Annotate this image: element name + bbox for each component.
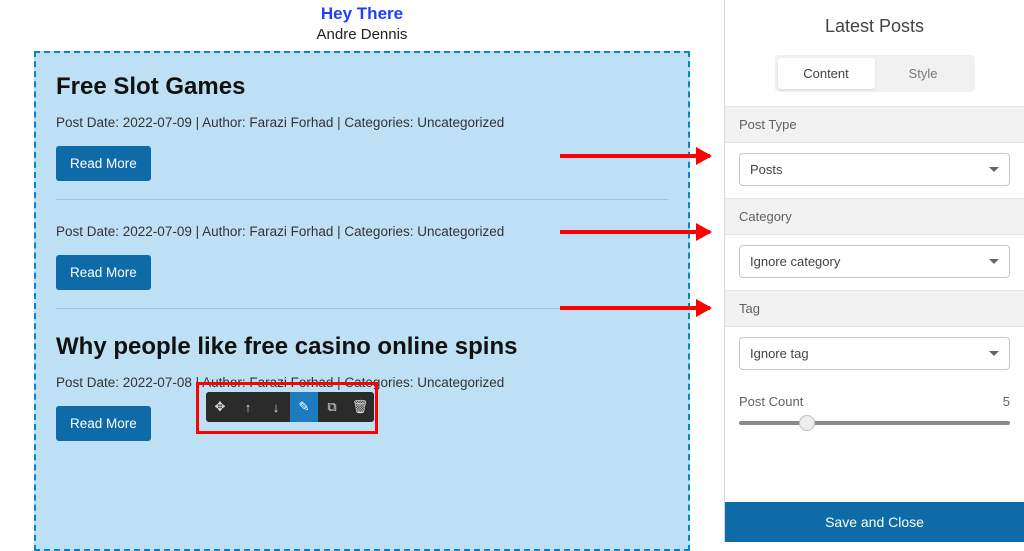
settings-panel: Latest Posts Content Style Post Type Pos… bbox=[724, 0, 1024, 542]
section-tag: Tag bbox=[725, 290, 1024, 327]
post-title: Why people like free casino online spins bbox=[56, 333, 668, 361]
post-count-slider[interactable] bbox=[739, 421, 1010, 425]
page-header: Hey There Andre Dennis bbox=[0, 0, 724, 51]
post-item: Free Slot Games Post Date: 2022-07-09 | … bbox=[56, 73, 668, 200]
delete-icon[interactable]: 🗑 bbox=[346, 392, 374, 422]
post-meta: Post Date: 2022-07-08 | Author: Farazi F… bbox=[56, 375, 668, 390]
slider-thumb[interactable] bbox=[799, 415, 815, 431]
element-toolbar: ✥ ↑ ↓ ✎ ⧉ 🗑 bbox=[206, 392, 374, 422]
post-count-value: 5 bbox=[1003, 394, 1010, 409]
tab-content[interactable]: Content bbox=[778, 58, 875, 89]
post-title: Free Slot Games bbox=[56, 73, 668, 101]
tag-select[interactable]: Ignore tag bbox=[739, 337, 1010, 370]
section-category: Category bbox=[725, 198, 1024, 235]
move-up-icon[interactable]: ↑ bbox=[234, 392, 262, 422]
chevron-down-icon bbox=[989, 351, 999, 356]
move-handle-icon[interactable]: ✥ bbox=[206, 392, 234, 422]
panel-tabs: Content Style bbox=[775, 55, 975, 92]
edit-icon[interactable]: ✎ bbox=[290, 392, 318, 422]
read-more-button[interactable]: Read More bbox=[56, 406, 151, 441]
post-count-row: Post Count 5 bbox=[725, 382, 1024, 415]
chevron-down-icon bbox=[989, 259, 999, 264]
tab-style[interactable]: Style bbox=[875, 58, 972, 89]
page-title: Hey There bbox=[0, 4, 724, 24]
chevron-down-icon bbox=[989, 167, 999, 172]
tag-value: Ignore tag bbox=[750, 346, 809, 361]
post-item: Post Date: 2022-07-09 | Author: Farazi F… bbox=[56, 224, 668, 309]
post-count-label: Post Count bbox=[739, 394, 803, 409]
category-select[interactable]: Ignore category bbox=[739, 245, 1010, 278]
post-type-value: Posts bbox=[750, 162, 783, 177]
post-type-select[interactable]: Posts bbox=[739, 153, 1010, 186]
latest-posts-widget[interactable]: Free Slot Games Post Date: 2022-07-09 | … bbox=[34, 51, 690, 551]
post-meta: Post Date: 2022-07-09 | Author: Farazi F… bbox=[56, 224, 668, 239]
post-meta: Post Date: 2022-07-09 | Author: Farazi F… bbox=[56, 115, 668, 130]
read-more-button[interactable]: Read More bbox=[56, 146, 151, 181]
section-post-type: Post Type bbox=[725, 106, 1024, 143]
panel-title: Latest Posts bbox=[725, 0, 1024, 55]
page-author: Andre Dennis bbox=[0, 26, 724, 43]
duplicate-icon[interactable]: ⧉ bbox=[318, 392, 346, 422]
read-more-button[interactable]: Read More bbox=[56, 255, 151, 290]
move-down-icon[interactable]: ↓ bbox=[262, 392, 290, 422]
save-and-close-button[interactable]: Save and Close bbox=[725, 502, 1024, 542]
category-value: Ignore category bbox=[750, 254, 840, 269]
